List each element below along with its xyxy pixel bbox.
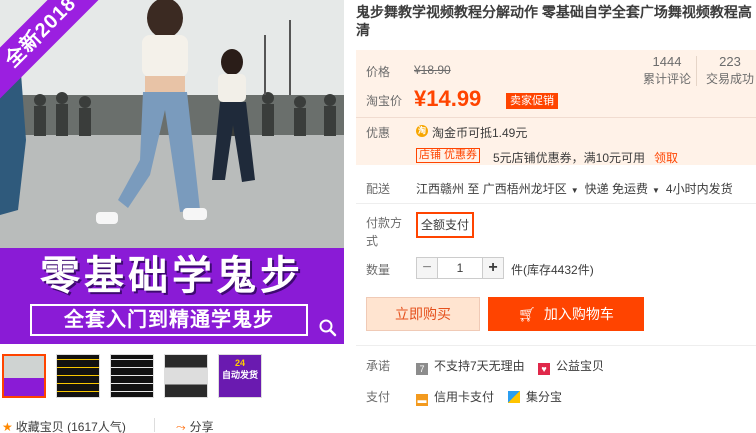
collect-button[interactable]: ★ 收藏宝贝 (1617人气) bbox=[2, 418, 126, 433]
thumbnail-2[interactable] bbox=[56, 354, 100, 398]
delivery-to: 广西梧州龙圩区 bbox=[482, 182, 567, 196]
thumbnail-5-text: 自动发货 bbox=[221, 370, 258, 380]
reviews-label: 累计评论 bbox=[642, 72, 691, 86]
share-label: 分享 bbox=[189, 420, 214, 433]
pay-credit-card[interactable]: ▬ 信用卡支付 bbox=[416, 388, 494, 406]
original-price-label: 价格 bbox=[366, 65, 391, 79]
delivery-to-select[interactable]: 广西梧州龙圩区 ▼ bbox=[483, 182, 585, 196]
price-divider bbox=[356, 117, 756, 118]
shop-coupon-tag: 店铺 优惠券 bbox=[416, 148, 481, 163]
delivery-from: 江西赣州 bbox=[416, 182, 465, 196]
promise-item-2: 公益宝贝 bbox=[556, 359, 605, 373]
receive-coupon-link[interactable]: 领取 bbox=[654, 149, 678, 166]
promo-badge: 卖家促销 bbox=[506, 93, 558, 109]
stock-info: 件(库存4432件) bbox=[511, 263, 594, 277]
full-payment-option[interactable]: 全额支付 bbox=[416, 212, 475, 238]
delivery-to-word: 至 bbox=[467, 182, 480, 196]
stat-reviews[interactable]: 1444 累计评论 bbox=[642, 54, 692, 88]
delivery-label: 配送 bbox=[366, 182, 391, 196]
delivery-info: 江西赣州 至 广西梧州龙圩区 ▼ 快递 免运费 ▼ 4小时内发货 bbox=[416, 180, 733, 197]
add-to-cart-button[interactable]: 🛒︎ 加入购物车 bbox=[488, 297, 644, 331]
seven-day-icon: 7 bbox=[416, 363, 428, 375]
quantity-plus-button[interactable]: + bbox=[482, 257, 504, 279]
quantity-label: 数量 bbox=[366, 263, 391, 277]
star-icon: ★ bbox=[2, 420, 13, 433]
original-price: ¥18.90 bbox=[414, 63, 451, 77]
current-price: ¥14.99 bbox=[414, 86, 482, 111]
main-product-image[interactable]: 全新2018 零基础学鬼步 全套入门到精通学鬼步 bbox=[0, 0, 344, 344]
buy-now-button[interactable]: 立即购买 bbox=[366, 297, 480, 331]
banner-subtitle: 全套入门到精通学鬼步 bbox=[30, 304, 308, 336]
add-to-cart-label: 加入购物车 bbox=[543, 306, 614, 322]
collect-label: 收藏宝贝 bbox=[15, 420, 64, 433]
delivery-method-select[interactable]: 快递 免运费 ▼ bbox=[585, 182, 666, 196]
image-banner: 零基础学鬼步 全套入门到精通学鬼步 bbox=[0, 248, 344, 344]
chevron-down-icon: ▼ bbox=[570, 186, 579, 195]
taobao-price-label: 淘宝价 bbox=[366, 94, 403, 108]
collect-count: (1617人气) bbox=[67, 420, 126, 433]
quantity-input[interactable]: 1 bbox=[437, 257, 483, 279]
credit-card-icon: ▬ bbox=[416, 394, 428, 406]
coin-icon: 淘 bbox=[416, 125, 428, 137]
promise-item-1: 不支持7天无理由 bbox=[434, 359, 525, 373]
promise-charity[interactable]: ♥ 公益宝贝 bbox=[538, 357, 604, 375]
offers-label: 优惠 bbox=[366, 126, 391, 140]
divider bbox=[154, 418, 155, 432]
thumbnail-4[interactable] bbox=[164, 354, 208, 398]
pay-jifenbao[interactable]: 集分宝 bbox=[508, 388, 562, 405]
jifenbao-icon bbox=[508, 391, 520, 403]
pay-item-1: 信用卡支付 bbox=[434, 390, 495, 404]
thumbnail-5[interactable]: 24 自动发货 bbox=[218, 354, 262, 398]
delivery-time: 4小时内发货 bbox=[665, 182, 733, 196]
promise-no-return[interactable]: 7 不支持7天无理由 bbox=[416, 357, 525, 375]
promise-label: 承诺 bbox=[366, 359, 391, 373]
coin-offer: 淘金币可抵1.49元 bbox=[432, 126, 528, 140]
divider bbox=[356, 203, 756, 204]
chevron-down-icon: ▼ bbox=[652, 186, 660, 195]
payment-option-label: 付款方式 bbox=[366, 216, 403, 248]
share-icon: ⤳ bbox=[176, 420, 186, 433]
coupon-description: 5元店铺优惠券，满10元可用 bbox=[493, 151, 646, 165]
thumbnail-3[interactable] bbox=[110, 354, 154, 398]
pay-label: 支付 bbox=[366, 390, 391, 404]
stat-divider bbox=[696, 56, 697, 86]
zoom-search-icon[interactable] bbox=[318, 318, 338, 338]
product-title: 鬼步舞教学视频教程分解动作 零基础自学全套广场舞视频教程高清 bbox=[356, 4, 752, 38]
stat-sales[interactable]: 223 交易成功 bbox=[704, 54, 756, 88]
cart-icon: 🛒︎ bbox=[518, 306, 536, 322]
reviews-count: 1444 bbox=[652, 54, 682, 69]
thumbnail-strip: 24 自动发货 bbox=[0, 354, 344, 400]
thumbnail-1[interactable] bbox=[2, 354, 46, 398]
sales-label: 交易成功 bbox=[705, 72, 754, 86]
quantity-minus-button[interactable]: − bbox=[416, 257, 438, 279]
pay-item-2: 集分宝 bbox=[526, 390, 563, 404]
divider bbox=[356, 345, 756, 346]
delivery-method: 快递 免运费 bbox=[584, 182, 648, 196]
thumbnail-5-top: 24 bbox=[234, 358, 245, 368]
share-button[interactable]: ⤳ 分享 bbox=[176, 418, 214, 433]
banner-title: 零基础学鬼步 bbox=[40, 254, 304, 298]
heart-icon: ♥ bbox=[538, 363, 550, 375]
sales-count: 223 bbox=[719, 54, 741, 69]
price-panel: 价格 ¥18.90 淘宝价 ¥14.99 卖家促销 1444 累计评论 223 … bbox=[356, 50, 756, 165]
